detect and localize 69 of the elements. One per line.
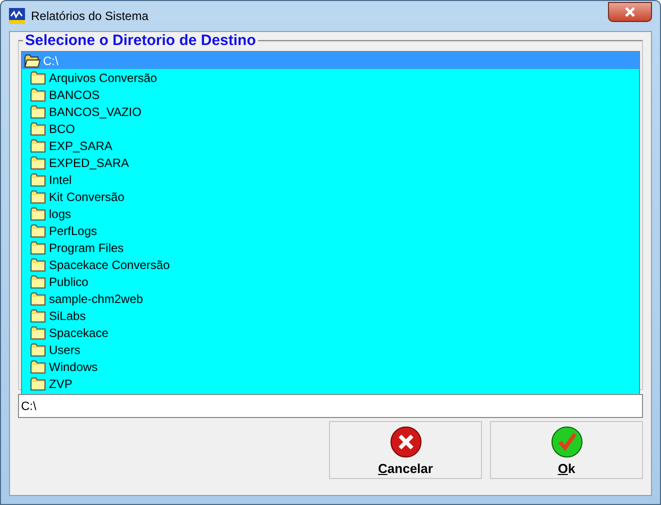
folder-name: ZVP	[49, 376, 72, 390]
folder-icon	[30, 240, 47, 254]
folder-item[interactable]: Users	[22, 341, 639, 358]
close-icon	[388, 424, 422, 458]
folder-name: SiLabs	[49, 308, 86, 322]
folder-icon	[30, 70, 47, 84]
folder-name: Intel	[49, 172, 72, 186]
cancel-button[interactable]: Cancelar	[329, 421, 482, 479]
folder-icon	[30, 342, 47, 356]
folder-item[interactable]: Arquivos Conversão	[22, 69, 639, 86]
folder-icon	[30, 88, 47, 102]
folder-icon	[30, 104, 47, 118]
folder-name: Spacekace	[49, 326, 108, 340]
folder-item[interactable]: Spacekace	[22, 324, 639, 341]
ok-button[interactable]: Ok	[490, 421, 643, 479]
folder-icon	[30, 274, 47, 288]
folder-item[interactable]: BANCOS_VAZIO	[22, 103, 639, 120]
folder-name: Kit Conversão	[49, 190, 124, 204]
folder-name: BANCOS_VAZIO	[49, 104, 142, 118]
folder-icon	[30, 172, 47, 186]
folder-item[interactable]: EXP_SARA	[22, 137, 639, 154]
folder-name: Publico	[49, 274, 88, 288]
folder-icon	[30, 206, 47, 220]
folder-icon	[30, 360, 47, 374]
folder-icon	[30, 326, 47, 340]
folder-item[interactable]: Publico	[22, 273, 639, 290]
folder-item[interactable]: Windows	[22, 358, 639, 375]
folder-icon	[30, 156, 47, 170]
folder-item[interactable]: sample-chm2web	[22, 290, 639, 307]
folder-item[interactable]: Program Files	[22, 239, 639, 256]
close-icon	[624, 7, 636, 17]
folder-item[interactable]: BCO	[22, 120, 639, 137]
folder-item[interactable]: ZVP	[22, 375, 639, 392]
folder-name: EXPED_SARA	[49, 156, 130, 170]
folder-name: Windows	[49, 360, 98, 374]
folder-name: Users	[49, 342, 80, 356]
folder-icon	[30, 376, 47, 390]
folder-name: C:\	[43, 54, 58, 68]
folder-icon	[30, 292, 47, 306]
window-title: Relatórios do Sistema	[31, 9, 148, 23]
folder-name: Arquivos Conversão	[49, 70, 158, 84]
folder-name: BANCOS	[49, 88, 100, 102]
folder-item[interactable]: SiLabs	[22, 307, 639, 324]
app-icon	[9, 8, 25, 24]
folder-name: Spacekace Conversão	[49, 258, 170, 272]
folder-name: BCO	[49, 122, 76, 136]
folder-icon	[30, 308, 47, 322]
check-icon	[550, 424, 584, 458]
folder-name: EXP_SARA	[49, 138, 112, 152]
path-field[interactable]: C:\	[18, 394, 643, 418]
folder-name: sample-chm2web	[49, 292, 144, 306]
folder-item[interactable]: EXPED_SARA	[22, 154, 639, 171]
folder-icon	[30, 258, 47, 272]
folder-item[interactable]: Intel	[22, 171, 639, 188]
folder-item[interactable]: BANCOS	[22, 86, 639, 103]
folder-item[interactable]: logs	[22, 205, 639, 222]
folder-name: Program Files	[49, 240, 124, 254]
close-button[interactable]	[608, 2, 652, 22]
folder-name: PerfLogs	[49, 224, 98, 238]
folder-icon	[30, 190, 47, 204]
folder-item[interactable]: Spacekace Conversão	[22, 256, 639, 273]
folder-name: logs	[49, 206, 72, 220]
group-title: Selecione o Diretorio de Destino	[24, 32, 257, 49]
folder-item[interactable]: PerfLogs	[22, 222, 639, 239]
folder-icon	[30, 138, 47, 152]
folder-item[interactable]: Kit Conversão	[22, 188, 639, 205]
folder-icon	[30, 224, 47, 238]
folder-icon	[30, 122, 47, 136]
open-folder-icon	[24, 54, 41, 68]
